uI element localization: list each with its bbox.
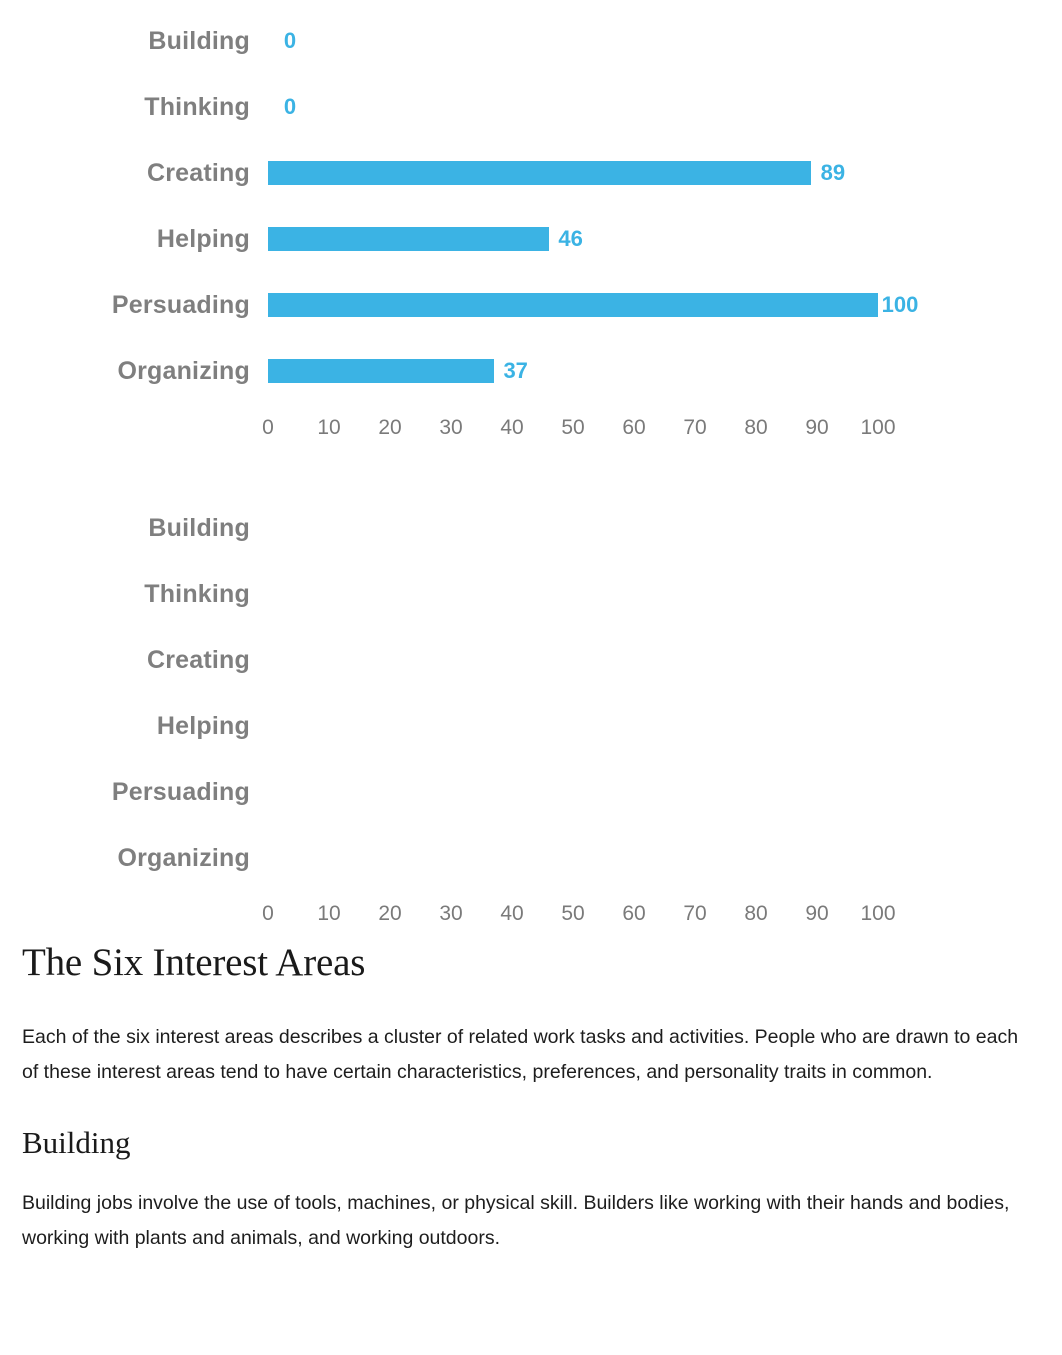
bar-track: 0 — [268, 87, 1062, 127]
bar-value-label: 46 — [558, 226, 583, 251]
bar-value-label: 100 — [881, 292, 919, 317]
x-axis-tick-label: 70 — [683, 902, 707, 925]
bar-track — [268, 706, 1062, 746]
chart-plot-area: Building 0 Thinking 0 Creating 89 Helping 46 Per… — [0, 0, 1062, 460]
bar-category-label: Persuading — [111, 291, 250, 319]
bar-category-label: Creating — [146, 646, 250, 674]
x-axis-tick-label: 80 — [744, 902, 768, 925]
x-axis-tick-label: 50 — [561, 416, 585, 439]
x-axis-tick-label: 100 — [860, 902, 896, 925]
bar-track: 100 — [268, 285, 1062, 325]
bar-track: 37 — [268, 351, 1062, 391]
x-axis-tick-label: 0 — [262, 902, 274, 925]
x-axis-tick-label: 60 — [622, 902, 646, 925]
x-axis-tick-label: 70 — [683, 416, 707, 439]
bar-category-label: Creating — [146, 159, 250, 187]
x-axis: 0 10 20 30 40 50 60 70 80 90 100 — [0, 413, 1062, 443]
bar-track — [268, 574, 1062, 614]
bar-row: Organizing 37 — [0, 351, 1062, 391]
bar-category-label: Building — [148, 514, 250, 542]
x-axis-tick-label: 50 — [561, 902, 585, 925]
six-interest-areas-article: The Six Interest Areas Each of the six i… — [0, 940, 1062, 1256]
bar-value-label: 89 — [820, 160, 846, 185]
bar-fill — [268, 227, 549, 251]
bar-row: Thinking 0 — [0, 87, 1062, 127]
bar-row: Building 0 — [0, 21, 1062, 61]
bar-value-label: 0 — [283, 94, 297, 119]
x-axis-tick-label: 30 — [439, 902, 463, 925]
bar-row: Creating 89 — [0, 153, 1062, 193]
interest-results-chart-empty: Building Thinking Creating Helping Persuadin… — [0, 460, 1062, 940]
bar-category-label: Persuading — [111, 778, 250, 806]
bar-row: Thinking — [0, 574, 1062, 614]
bar-row: Creating — [0, 640, 1062, 680]
interest-results-chart: Building 0 Thinking 0 Creating 89 Helping 46 Per… — [0, 0, 1062, 460]
bar-track — [268, 508, 1062, 548]
bar-row: Building — [0, 508, 1062, 548]
bar-row: Helping — [0, 706, 1062, 746]
chart-plot-area-empty: Building Thinking Creating Helping Persuadin… — [0, 460, 1062, 940]
bar-row: Organizing — [0, 838, 1062, 878]
x-axis-tick-label: 40 — [500, 902, 524, 925]
bar-value-label: 37 — [503, 358, 528, 383]
bar-category-label: Helping — [156, 225, 250, 253]
bar-category-label: Thinking — [144, 93, 250, 121]
bar-track: 0 — [268, 21, 1062, 61]
x-axis-tick-label: 0 — [262, 416, 274, 439]
x-axis-tick-label: 80 — [744, 416, 768, 439]
x-axis-tick-label: 20 — [378, 902, 402, 925]
bar-fill — [268, 161, 811, 185]
bar-fill — [268, 359, 494, 383]
bar-category-label: Building — [148, 27, 250, 55]
bar-category-label: Helping — [156, 712, 250, 740]
bar-track — [268, 838, 1062, 878]
x-axis-tick-label: 60 — [622, 416, 646, 439]
x-axis-tick-label: 40 — [500, 416, 524, 439]
bar-fill — [268, 293, 878, 317]
x-axis-tick-label: 90 — [805, 902, 829, 925]
bar-category-label: Organizing — [117, 844, 250, 872]
section-body-building: Building jobs involve the use of tools, … — [22, 1192, 1010, 1249]
x-axis: 0 10 20 30 40 50 60 70 80 90 100 — [0, 899, 1062, 929]
bar-row: Persuading — [0, 772, 1062, 812]
bar-category-label: Thinking — [144, 580, 250, 608]
x-axis-tick-label: 100 — [860, 416, 896, 439]
bar-row: Helping 46 — [0, 219, 1062, 259]
bar-track — [268, 640, 1062, 680]
bar-track — [268, 772, 1062, 812]
bar-track: 89 — [268, 153, 1062, 193]
x-axis-tick-label: 90 — [805, 416, 829, 439]
x-axis-tick-label: 30 — [439, 416, 463, 439]
bar-row: Persuading 100 — [0, 285, 1062, 325]
intro-paragraph: Each of the six interest areas describes… — [22, 1026, 1019, 1083]
bar-category-label: Organizing — [117, 357, 250, 385]
x-axis-tick-label: 10 — [317, 902, 341, 925]
page-title: The Six Interest Areas — [22, 941, 366, 984]
bar-track: 46 — [268, 219, 1062, 259]
x-axis-tick-label: 20 — [378, 416, 402, 439]
section-heading-building: Building — [22, 1125, 131, 1160]
bar-value-label: 0 — [283, 28, 297, 53]
x-axis-tick-label: 10 — [317, 416, 341, 439]
